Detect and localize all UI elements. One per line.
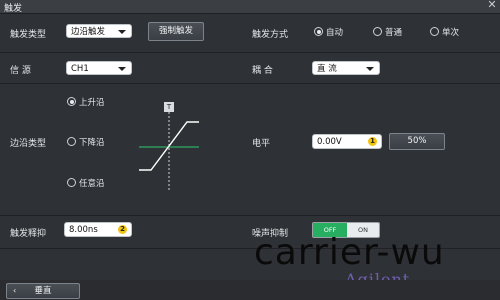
- row-divider: [0, 52, 500, 53]
- knob-icon: 1: [368, 137, 377, 146]
- chevron-down-icon: [118, 30, 126, 34]
- edge-type-label: 边沿类型: [10, 139, 47, 149]
- close-icon[interactable]: ✕: [487, 0, 497, 11]
- edge-diagram: T: [135, 100, 205, 192]
- radio-icon: [67, 178, 76, 187]
- level-label: 电平: [252, 139, 271, 149]
- watermark-text: carrier-wu: [254, 232, 445, 273]
- holdoff-input[interactable]: 8.00ns 2: [64, 222, 132, 237]
- chevron-down-icon: [118, 67, 126, 71]
- edge-falling-radio[interactable]: 下降沿: [67, 136, 127, 148]
- trigger-mode-label: 触发方式: [252, 30, 289, 40]
- set-50-percent-button[interactable]: 50%: [389, 133, 445, 150]
- source-value: CH1: [71, 64, 89, 74]
- coupling-dropdown[interactable]: 直 流: [312, 61, 380, 75]
- radio-selected-icon: [67, 97, 76, 106]
- chevron-left-icon: ‹: [13, 286, 17, 295]
- trigger-type-dropdown[interactable]: 边沿触发: [66, 24, 132, 38]
- knob-icon: 2: [118, 225, 127, 234]
- force-trigger-button[interactable]: 强制触发: [148, 22, 204, 41]
- title-bar: 触发 ✕: [0, 0, 500, 14]
- mode-auto-radio[interactable]: 自动: [314, 26, 364, 38]
- chevron-down-icon: [366, 67, 374, 71]
- edge-rising-radio[interactable]: 上升沿: [67, 96, 127, 108]
- radio-icon: [373, 27, 382, 36]
- window-title: 触发: [4, 4, 23, 14]
- coupling-value: 直 流: [317, 64, 337, 74]
- radio-icon: [67, 137, 76, 146]
- row-divider: [0, 83, 500, 84]
- edge-any-radio[interactable]: 任意沿: [67, 177, 127, 189]
- level-input[interactable]: 0.00V 1: [312, 134, 382, 149]
- radio-selected-icon: [314, 27, 323, 36]
- trigger-marker: T: [164, 102, 174, 112]
- source-dropdown[interactable]: CH1: [66, 61, 132, 75]
- rising-edge-waveform-icon: [139, 112, 199, 190]
- holdoff-label: 触发释抑: [10, 229, 47, 239]
- trigger-type-value: 边沿触发: [71, 27, 106, 37]
- back-to-vertical-button[interactable]: ‹ 垂直: [6, 283, 80, 299]
- coupling-label: 耦 合: [252, 66, 273, 76]
- source-label: 信 源: [10, 66, 31, 76]
- row-divider: [0, 215, 500, 216]
- mode-normal-radio[interactable]: 普通: [373, 26, 423, 38]
- trigger-type-label: 触发类型: [10, 30, 47, 40]
- radio-icon: [430, 27, 439, 36]
- mode-single-radio[interactable]: 单次: [430, 26, 480, 38]
